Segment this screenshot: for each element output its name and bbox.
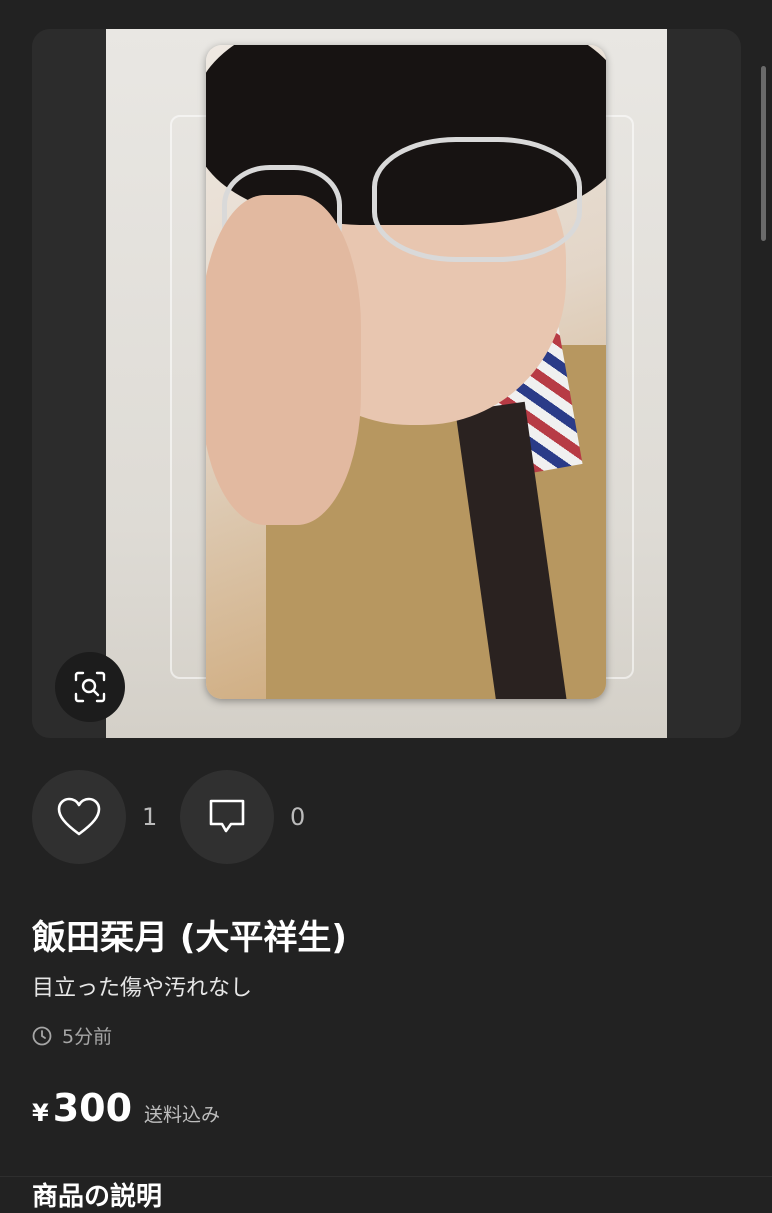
posted-time: 5分前 [32,1022,112,1049]
comment-button[interactable] [180,770,274,864]
currency-symbol: ¥ [32,1099,49,1127]
clock-icon [32,1026,52,1045]
photo-left-shade [32,29,106,738]
heart-icon [57,797,101,836]
description-heading: 商品の説明 [32,1182,163,1212]
shipping-label: 送料込み [144,1104,221,1126]
posted-time-label: 5分前 [62,1026,113,1048]
product-condition: 目立った傷や汚れなし [32,976,253,1001]
product-photo[interactable] [106,29,667,738]
zoom-icon [74,671,106,703]
price-row: ¥ 300 送料込み [32,1086,220,1130]
photo-glasses-right [372,137,582,262]
action-row: 1 0 [32,770,328,864]
comment-count: 0 [290,803,306,831]
product-title: 飯田栞月 (大平祥生) [32,918,347,958]
photo-hand [206,195,361,525]
like-button[interactable] [32,770,126,864]
photocard-image [206,45,606,699]
product-photo-panel[interactable] [32,29,741,738]
scrollbar[interactable] [761,66,766,241]
like-count: 1 [142,803,158,831]
price-value: 300 [52,1086,133,1130]
comment-icon [209,799,245,833]
zoom-button[interactable] [55,652,125,722]
